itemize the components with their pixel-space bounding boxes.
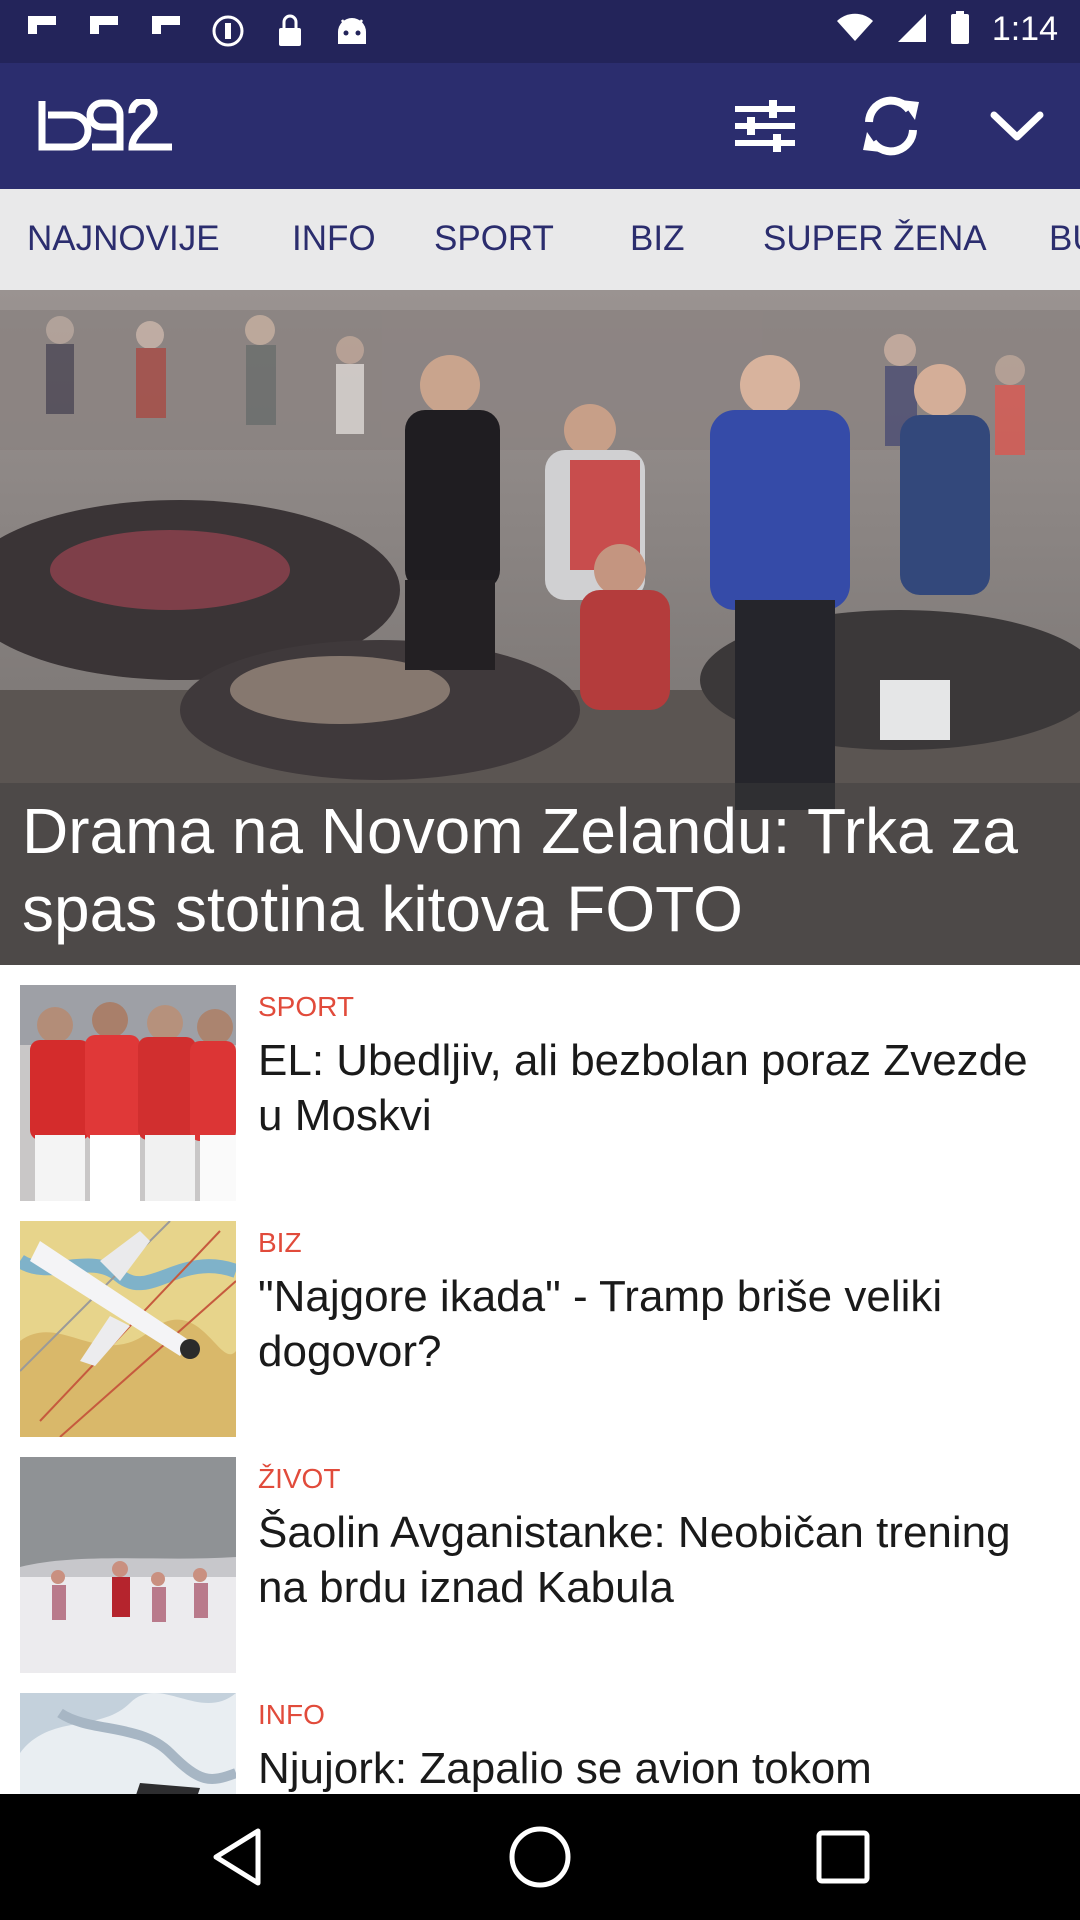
article-headline[interactable]: EL: Ubedljiv, ali bezbolan poraz Zvezde … (258, 1033, 1038, 1143)
article-category: ŽIVOT (258, 1463, 341, 1494)
lock-icon (272, 12, 308, 50)
refresh-button[interactable] (856, 93, 926, 159)
article-headline[interactable]: Šaolin Avganistanke: Neobičan trening na… (258, 1505, 1038, 1615)
article-headline[interactable]: "Najgore ikada" - Tramp briše veliki dog… (258, 1269, 1038, 1379)
list-item[interactable]: INFO Njujork: Zapalio se avion tokom (0, 1673, 1080, 1794)
flipboard-icon (86, 12, 122, 50)
tab-najnovije[interactable]: NAJNOVIJE (27, 219, 220, 259)
recents-button[interactable] (808, 1822, 878, 1892)
refresh-icon (863, 96, 919, 156)
chevron-down-icon (990, 111, 1044, 141)
article-category: BIZ (258, 1227, 302, 1258)
tab-super-zena[interactable]: SUPER ŽENA (763, 219, 987, 259)
article-thumbnail (20, 1457, 236, 1673)
clock: 1:14 (991, 10, 1058, 48)
tab-biz[interactable]: BIZ (630, 219, 684, 259)
dnd-icon (210, 12, 246, 50)
list-item[interactable]: ŽIVOT Šaolin Avganistanke: Neobičan tren… (0, 1437, 1080, 1673)
b92-logo[interactable] (36, 97, 178, 151)
home-button[interactable] (505, 1822, 575, 1892)
equalizer-button[interactable] (730, 93, 800, 159)
home-icon (509, 1826, 571, 1888)
article-thumbnail (20, 985, 236, 1201)
menu-dropdown-button[interactable] (982, 93, 1052, 159)
tab-sport[interactable]: SPORT (434, 219, 554, 259)
tab-bu[interactable]: BU (1049, 219, 1080, 259)
article-headline[interactable]: Njujork: Zapalio se avion tokom (258, 1741, 1038, 1794)
flipboard-icon (148, 12, 184, 50)
article-thumbnail (20, 1221, 236, 1437)
app-bar (0, 63, 1080, 189)
category-tabs: NAJNOVIJE INFO SPORT BIZ SUPER ŽENA BU (0, 189, 1080, 290)
signal-icon (896, 12, 928, 48)
system-nav-bar (0, 1794, 1080, 1920)
list-item[interactable]: BIZ "Najgore ikada" - Tramp briše veliki… (0, 1201, 1080, 1437)
status-bar: 1:14 (0, 0, 1080, 63)
flipboard-icon (24, 12, 60, 50)
battery-icon (950, 10, 970, 49)
back-icon (213, 1828, 261, 1886)
article-category: SPORT (258, 991, 354, 1022)
wifi-icon (836, 13, 874, 47)
recents-icon (816, 1830, 870, 1884)
tab-info[interactable]: INFO (292, 219, 376, 259)
android-icon (334, 12, 370, 50)
article-category: INFO (258, 1699, 325, 1730)
equalizer-icon (735, 100, 795, 152)
article-thumbnail (20, 1693, 236, 1794)
back-button[interactable] (202, 1822, 272, 1892)
list-item[interactable]: SPORT EL: Ubedljiv, ali bezbolan poraz Z… (0, 965, 1080, 1201)
hero-title[interactable]: Drama na Novom Zelandu: Trka za spas sto… (22, 792, 1072, 948)
